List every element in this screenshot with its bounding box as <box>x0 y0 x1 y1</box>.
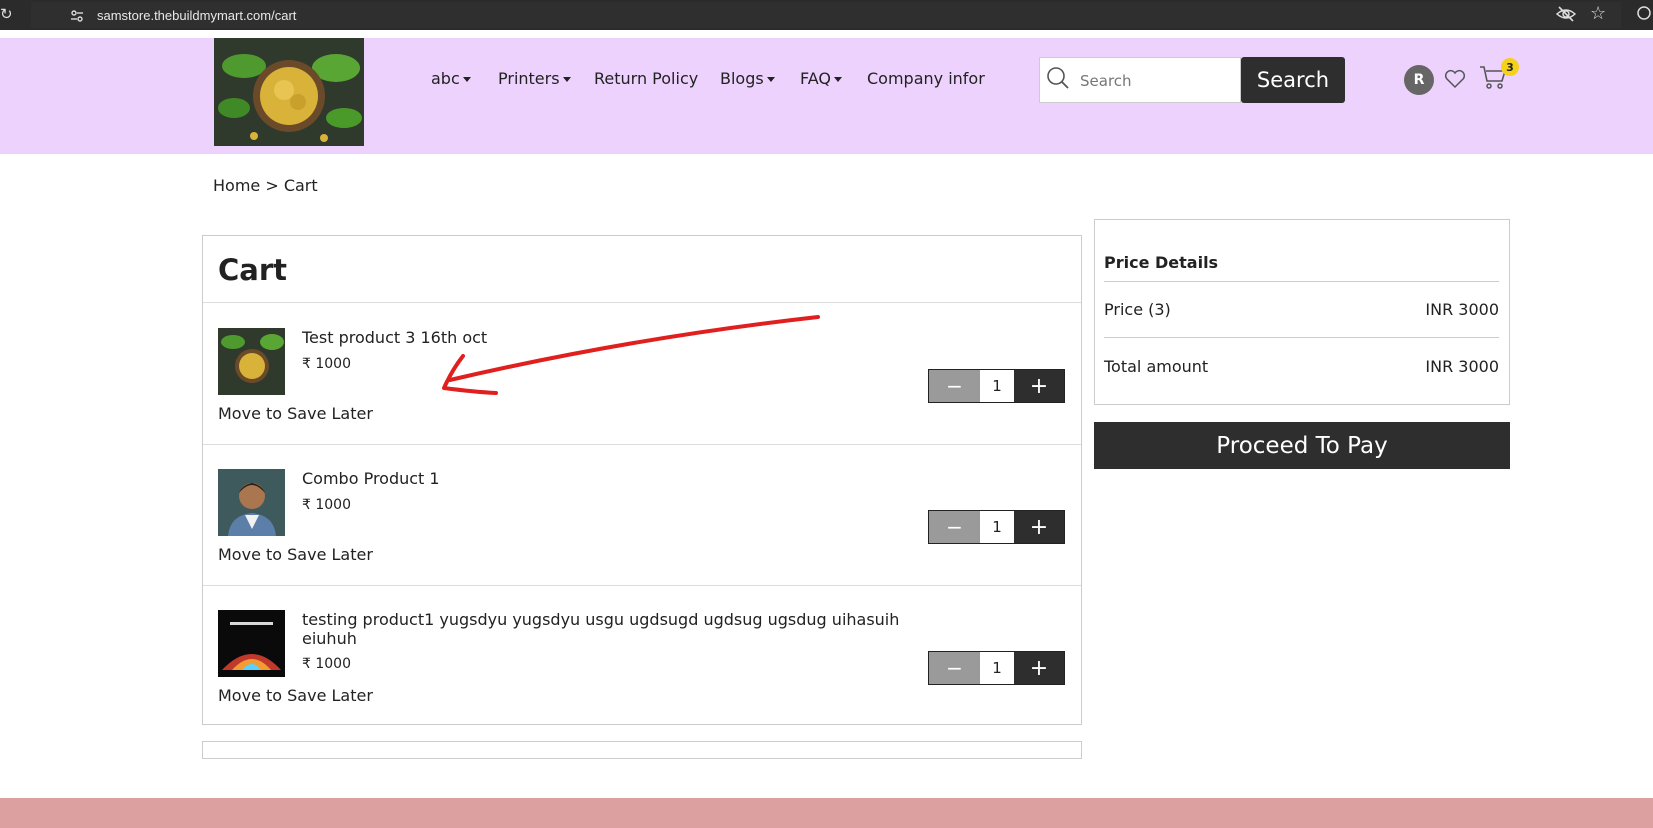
move-to-save-later-link[interactable]: Move to Save Later <box>218 404 373 423</box>
browser-toolbar: ↻ samstore.thebuildmymart.com/cart ☆ <box>0 0 1653 30</box>
quantity-value[interactable]: 1 <box>980 652 1014 684</box>
breadcrumb[interactable]: Home > Cart <box>213 176 318 195</box>
product-thumbnail[interactable] <box>218 328 285 395</box>
product-price: ₹ 1000 <box>302 356 351 372</box>
annotation-arrow-icon <box>442 315 820 395</box>
nav-label: Return Policy <box>594 69 699 88</box>
cart-panel: Cart Test product 3 16th oct ₹ 1000 Move… <box>202 235 1082 725</box>
price-value: INR 3000 <box>1425 300 1499 319</box>
nav-company-info[interactable]: Company infor <box>867 69 985 88</box>
cart-item: Combo Product 1 ₹ 1000 Move to Save Late… <box>203 444 1081 586</box>
site-info-icon[interactable] <box>70 9 84 23</box>
user-avatar[interactable]: R <box>1404 65 1434 95</box>
product-price: ₹ 1000 <box>302 497 351 513</box>
cart-footer-box <box>202 741 1082 759</box>
nav-label: FAQ <box>800 69 831 88</box>
move-to-save-later-link[interactable]: Move to Save Later <box>218 545 373 564</box>
quantity-stepper: − 1 + <box>928 510 1065 544</box>
product-thumbnail[interactable] <box>218 469 285 536</box>
price-details-panel: Price Details Price (3) INR 3000 Total a… <box>1094 219 1510 405</box>
chevron-down-icon <box>766 77 775 82</box>
eye-off-icon[interactable] <box>1556 6 1576 22</box>
chevron-down-icon <box>462 77 471 82</box>
cart-count-badge: 3 <box>1501 58 1519 76</box>
nav-printers[interactable]: Printers <box>498 69 571 88</box>
site-footer <box>0 798 1653 828</box>
quantity-stepper: − 1 + <box>928 369 1065 403</box>
product-name[interactable]: Combo Product 1 <box>302 469 942 488</box>
wishlist-heart-icon[interactable] <box>1444 69 1466 89</box>
bookmark-star-icon[interactable]: ☆ <box>1590 3 1606 24</box>
increase-quantity-button[interactable]: + <box>1014 652 1064 684</box>
store-logo[interactable] <box>214 38 364 146</box>
nav-return-policy[interactable]: Return Policy <box>594 69 698 88</box>
total-label: Total amount <box>1104 357 1209 376</box>
decrease-quantity-button[interactable]: − <box>929 370 980 402</box>
nav-label: Printers <box>498 69 560 88</box>
address-bar[interactable]: samstore.thebuildmymart.com/cart <box>31 2 1621 28</box>
nav-blogs[interactable]: Blogs <box>720 69 775 88</box>
nav-abc[interactable]: abc <box>431 69 471 88</box>
search-input[interactable] <box>1078 58 1238 104</box>
site-header: abc Printers Return Policy Blogs FAQ Com… <box>0 38 1653 154</box>
search-button[interactable]: Search <box>1241 57 1345 103</box>
total-value: INR 3000 <box>1425 357 1499 376</box>
cart-item: testing product1 yugsdyu yugsdyu usgu ug… <box>203 585 1081 726</box>
nav-faq[interactable]: FAQ <box>800 69 842 88</box>
proceed-to-pay-button[interactable]: Proceed To Pay <box>1094 422 1510 469</box>
nav-label: abc <box>431 69 460 88</box>
nav-label: Blogs <box>720 69 764 88</box>
product-thumbnail[interactable] <box>218 610 285 677</box>
nav-label: Company infor <box>867 69 985 88</box>
product-price: ₹ 1000 <box>302 656 351 672</box>
decrease-quantity-button[interactable]: − <box>929 652 980 684</box>
chevron-down-icon <box>834 77 842 82</box>
total-row: Total amount INR 3000 <box>1104 357 1499 376</box>
divider <box>1104 281 1499 282</box>
url-text[interactable]: samstore.thebuildmymart.com/cart <box>97 8 296 23</box>
cart-title: Cart <box>218 253 288 287</box>
search-icon <box>1047 67 1069 89</box>
price-row: Price (3) INR 3000 <box>1104 300 1499 319</box>
divider <box>1104 337 1499 338</box>
increase-quantity-button[interactable]: + <box>1014 511 1064 543</box>
price-details-heading: Price Details <box>1104 253 1219 272</box>
quantity-stepper: − 1 + <box>928 651 1065 685</box>
decrease-quantity-button[interactable]: − <box>929 511 980 543</box>
quantity-value[interactable]: 1 <box>980 511 1014 543</box>
move-to-save-later-link[interactable]: Move to Save Later <box>218 686 373 705</box>
price-label: Price (3) <box>1104 300 1171 319</box>
increase-quantity-button[interactable]: + <box>1014 370 1064 402</box>
chevron-down-icon <box>562 77 571 82</box>
reload-icon[interactable]: ↻ <box>0 5 13 23</box>
extension-icon[interactable] <box>1636 5 1652 21</box>
product-name[interactable]: testing product1 yugsdyu yugsdyu usgu ug… <box>302 610 942 648</box>
quantity-value[interactable]: 1 <box>980 370 1014 402</box>
search-box <box>1039 57 1241 104</box>
